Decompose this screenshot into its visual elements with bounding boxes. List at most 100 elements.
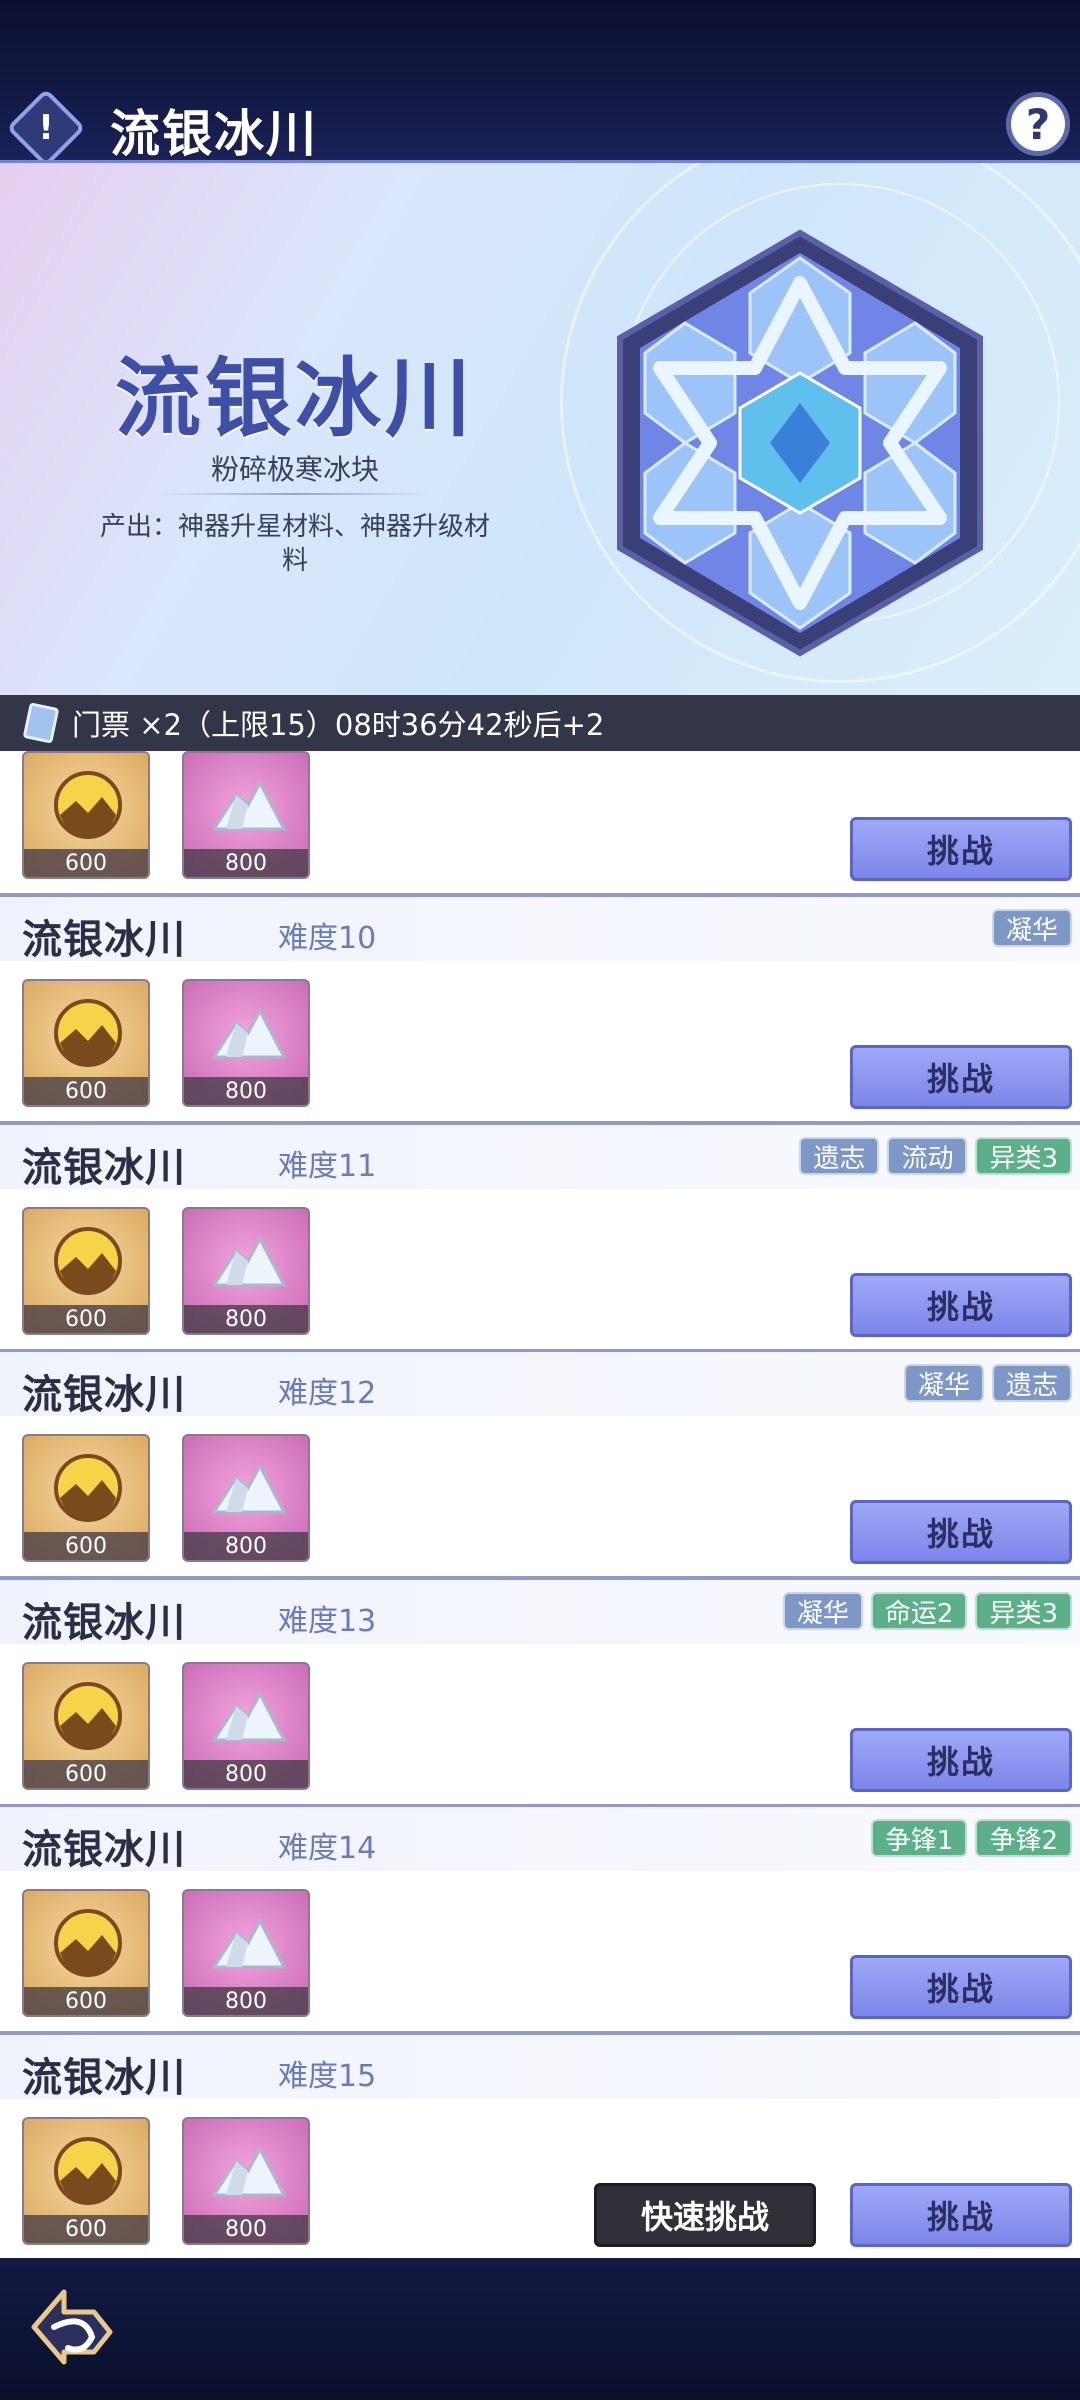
alert-icon[interactable]: ! xyxy=(6,88,86,168)
gold-orb-icon xyxy=(54,999,122,1067)
difficulty-card: 流银冰川 难度14 争锋1 争锋2 600 800 挑战 xyxy=(0,1807,1080,2035)
help-icon[interactable]: ? xyxy=(1006,92,1070,156)
reward-list: 600 800 xyxy=(22,1434,310,1562)
modifier-tag[interactable]: 命运2 xyxy=(870,1592,968,1630)
reward-list: 600 800 xyxy=(22,1207,310,1335)
quick-challenge-button[interactable]: 快速挑战 xyxy=(594,2183,816,2247)
difficulty-label: 难度11 xyxy=(278,1149,377,1184)
reward-item[interactable]: 600 xyxy=(22,1662,150,1790)
silver-ore-icon xyxy=(211,1007,287,1059)
silver-ore-icon xyxy=(211,779,287,831)
reward-item[interactable]: 600 xyxy=(22,2117,150,2245)
reward-quantity: 800 xyxy=(184,1077,308,1105)
challenge-button[interactable]: 挑战 xyxy=(850,2183,1072,2247)
reward-item[interactable]: 800 xyxy=(182,1207,310,1335)
reward-quantity: 800 xyxy=(184,2215,308,2243)
banner-title: 流银冰川 xyxy=(115,349,475,449)
modifier-tag[interactable]: 异类3 xyxy=(975,1137,1072,1175)
reward-quantity: 600 xyxy=(24,1987,148,2015)
modifier-tag[interactable]: 遗志 xyxy=(799,1137,880,1175)
difficulty-card-header: 流银冰川 难度13 凝华 命运2 异类3 xyxy=(0,1580,1080,1646)
reward-quantity: 600 xyxy=(24,1760,148,1788)
reward-item[interactable]: 600 xyxy=(22,1434,150,1562)
challenge-button[interactable]: 挑战 xyxy=(850,1955,1072,2019)
back-arrow-icon[interactable] xyxy=(24,2282,120,2372)
gold-orb-icon xyxy=(54,1909,122,1977)
modifier-tag[interactable]: 遗志 xyxy=(991,1364,1072,1402)
reward-list: 600 800 xyxy=(22,1662,310,1790)
silver-ore-icon xyxy=(211,1462,287,1514)
difficulty-list[interactable]: 600 800 挑战 流银冰川 难度10 凝华 600 800 挑战 流银冰川 … xyxy=(0,751,1080,2258)
difficulty-card-header: 流银冰川 难度12 凝华 遗志 xyxy=(0,1352,1080,1418)
page-title: 流银冰川 xyxy=(110,105,318,163)
reward-item[interactable]: 800 xyxy=(182,2117,310,2245)
difficulty-card: 流银冰川 难度15 600 800 快速挑战 挑战 xyxy=(0,2035,1080,2258)
reward-quantity: 800 xyxy=(184,849,308,877)
ticket-icon xyxy=(22,702,60,744)
reward-quantity: 600 xyxy=(24,2215,148,2243)
reward-list: 600 800 xyxy=(22,2117,310,2245)
difficulty-card-header: 流银冰川 难度15 xyxy=(0,2035,1080,2101)
ticket-bar: 门票 ×2（上限15）08时36分42秒后+2 xyxy=(0,695,1080,751)
banner-divider xyxy=(160,493,430,495)
difficulty-label: 难度14 xyxy=(278,1831,377,1866)
modifier-tag[interactable]: 流动 xyxy=(887,1137,968,1175)
reward-item[interactable]: 600 xyxy=(22,1207,150,1335)
difficulty-card: 流银冰川 难度10 凝华 600 800 挑战 xyxy=(0,897,1080,1125)
challenge-button[interactable]: 挑战 xyxy=(850,1500,1072,1564)
challenge-button[interactable]: 挑战 xyxy=(850,1045,1072,1109)
difficulty-card: 流银冰川 难度11 遗志 流动 异类3 600 800 挑战 xyxy=(0,1125,1080,1353)
difficulty-card-header: 流银冰川 难度14 争锋1 争锋2 xyxy=(0,1807,1080,1873)
modifier-tags: 凝华 命运2 异类3 xyxy=(782,1592,1072,1630)
difficulty-label: 难度12 xyxy=(278,1376,377,1411)
difficulty-label: 难度10 xyxy=(278,921,377,956)
modifier-tag[interactable]: 凝华 xyxy=(991,909,1072,947)
stage-name: 流银冰川 xyxy=(22,1145,186,1191)
reward-list: 600 800 xyxy=(22,1889,310,2017)
stage-name: 流银冰川 xyxy=(22,1372,186,1418)
reward-list: 600 800 xyxy=(22,751,310,879)
gold-orb-icon xyxy=(54,1454,122,1522)
reward-quantity: 600 xyxy=(24,849,148,877)
difficulty-card: 600 800 挑战 xyxy=(0,751,1080,897)
reward-item[interactable]: 800 xyxy=(182,1434,310,1562)
reward-item[interactable]: 600 xyxy=(22,751,150,879)
difficulty-card: 流银冰川 难度13 凝华 命运2 异类3 600 800 挑战 xyxy=(0,1580,1080,1808)
reward-quantity: 800 xyxy=(184,1760,308,1788)
ticket-info: 门票 ×2（上限15）08时36分42秒后+2 xyxy=(72,708,605,742)
gold-orb-icon xyxy=(54,2137,122,2205)
silver-ore-icon xyxy=(211,1917,287,1969)
reward-quantity: 800 xyxy=(184,1305,308,1333)
reward-item[interactable]: 800 xyxy=(182,979,310,1107)
difficulty-card-header: 流银冰川 难度11 遗志 流动 异类3 xyxy=(0,1125,1080,1191)
modifier-tag[interactable]: 凝华 xyxy=(903,1364,984,1402)
modifier-tag[interactable]: 争锋1 xyxy=(870,1819,968,1857)
modifier-tags: 凝华 遗志 xyxy=(903,1364,1072,1402)
difficulty-card-header: 流银冰川 难度10 凝华 xyxy=(0,897,1080,963)
stage-name: 流银冰川 xyxy=(22,1600,186,1646)
reward-item[interactable]: 800 xyxy=(182,1662,310,1790)
modifier-tag[interactable]: 异类3 xyxy=(975,1592,1072,1630)
gold-orb-icon xyxy=(54,771,122,839)
difficulty-label: 难度13 xyxy=(278,1604,377,1639)
reward-item[interactable]: 800 xyxy=(182,1889,310,2017)
challenge-button[interactable]: 挑战 xyxy=(850,1728,1072,1792)
stage-banner: 流银冰川 粉碎极寒冰块 产出：神器升星材料、神器升级材 料 xyxy=(0,160,1080,695)
silver-ore-icon xyxy=(211,1690,287,1742)
top-bar: ! 流银冰川 ? xyxy=(0,88,1080,168)
banner-output-line: 产出：神器升星材料、神器升级材 xyxy=(99,512,490,542)
modifier-tags: 遗志 流动 异类3 xyxy=(799,1137,1072,1175)
reward-quantity: 800 xyxy=(184,1987,308,2015)
challenge-button[interactable]: 挑战 xyxy=(850,817,1072,881)
challenge-button[interactable]: 挑战 xyxy=(850,1273,1072,1337)
banner-output: 产出：神器升星材料、神器升级材 料 xyxy=(80,510,510,578)
reward-item[interactable]: 600 xyxy=(22,979,150,1107)
bottom-background xyxy=(0,2258,1080,2400)
reward-quantity: 600 xyxy=(24,1532,148,1560)
reward-item[interactable]: 600 xyxy=(22,1889,150,2017)
reward-item[interactable]: 800 xyxy=(182,751,310,879)
stage-name: 流银冰川 xyxy=(22,917,186,963)
gold-orb-icon xyxy=(54,1682,122,1750)
modifier-tag[interactable]: 凝华 xyxy=(782,1592,863,1630)
modifier-tag[interactable]: 争锋2 xyxy=(975,1819,1072,1857)
